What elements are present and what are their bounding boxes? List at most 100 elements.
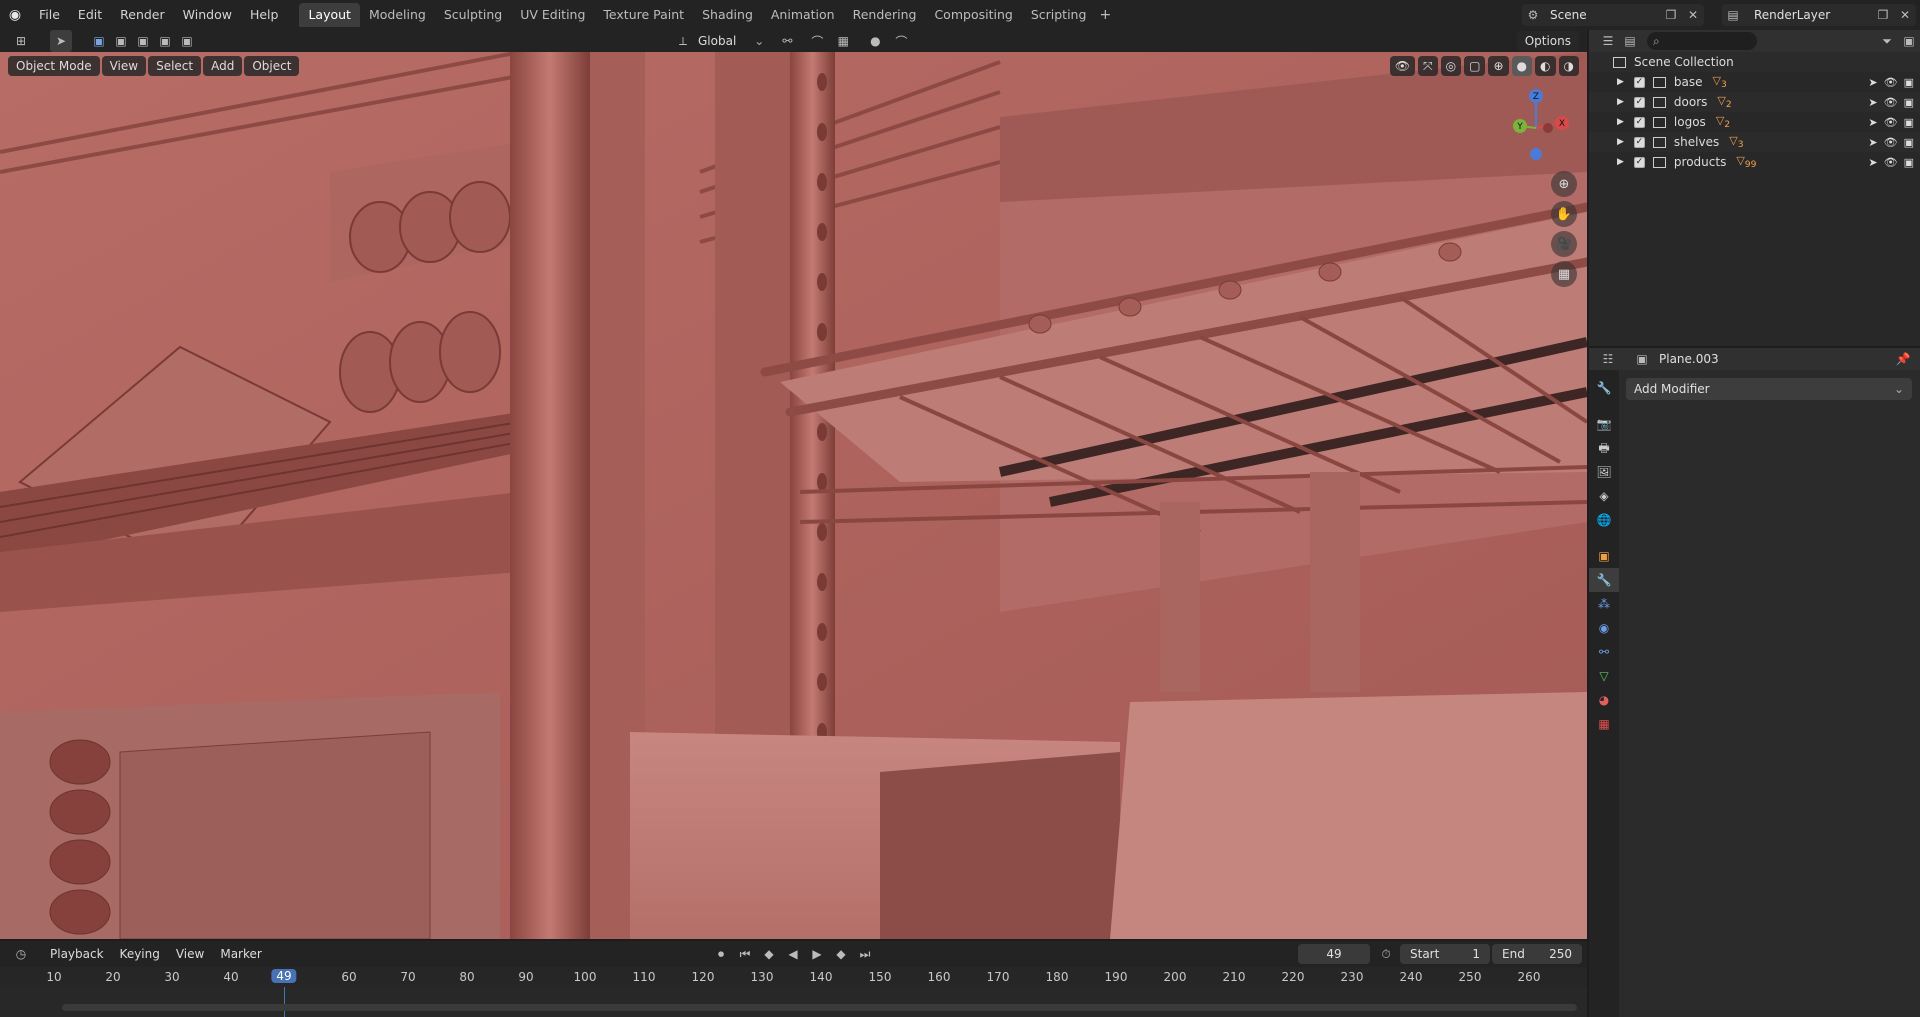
rendered-shading-icon[interactable]: ◑	[1558, 56, 1579, 76]
frame-ruler[interactable]: 10 20 30 40 49 60 70 80 90 100 110 120 1…	[0, 967, 1587, 987]
tab-texture-paint[interactable]: Texture Paint	[594, 3, 693, 27]
render-camera-icon[interactable]: ▣	[1904, 96, 1914, 109]
tab-layout[interactable]: Layout	[299, 3, 360, 27]
expand-arrow-icon[interactable]: ▶	[1617, 117, 1624, 127]
texture-tab-icon[interactable]: ▦	[1598, 712, 1609, 736]
collection-label[interactable]: logos	[1674, 115, 1706, 129]
render-camera-icon[interactable]: ▣	[1904, 116, 1914, 129]
render-camera-icon[interactable]: ▣	[1904, 156, 1914, 169]
options-button[interactable]: Options	[1516, 31, 1579, 51]
jump-end-icon[interactable]: ⏭	[854, 943, 876, 965]
play-reverse-icon[interactable]: ◀	[782, 943, 804, 965]
next-keyframe-icon[interactable]: ◆	[830, 943, 852, 965]
select-arrow-icon[interactable]: ➤	[1868, 76, 1877, 89]
add-menu[interactable]: Add	[203, 56, 243, 76]
object-tab-icon[interactable]: ▣	[1598, 544, 1609, 568]
falloff-icon[interactable]: ⌒	[890, 30, 912, 52]
tool-tab-icon[interactable]: 🔧	[1597, 376, 1612, 400]
view-menu[interactable]: View	[101, 56, 147, 76]
filter-icon[interactable]: ⏷	[1876, 30, 1898, 52]
playback-menu[interactable]: Playback	[42, 944, 112, 964]
collection-row-shelves[interactable]: ▶ ✓ shelves ▽3 ➤ 👁 ▣	[1589, 132, 1920, 152]
collection-label[interactable]: doors	[1674, 95, 1708, 109]
proportional-edit-icon[interactable]: ●	[864, 30, 886, 52]
copy-icon[interactable]: ❐	[1660, 4, 1682, 26]
tab-compositing[interactable]: Compositing	[925, 3, 1021, 27]
constraints-tab-icon[interactable]: ⚯	[1599, 640, 1609, 664]
new-collection-icon[interactable]: ▣	[1898, 30, 1920, 52]
select-tool-icon[interactable]: ➤	[50, 30, 72, 52]
collection-row-doors[interactable]: ▶ ✓ doors ▽2 ➤ 👁 ▣	[1589, 92, 1920, 112]
timeline-scrollbar[interactable]	[62, 1004, 1577, 1011]
record-icon[interactable]: ⏺	[710, 943, 732, 965]
scene-collection-row[interactable]: Scene Collection	[1589, 52, 1920, 72]
eye-icon[interactable]: 👁	[1884, 76, 1898, 89]
particles-tab-icon[interactable]: ⁂	[1598, 592, 1610, 616]
chevron-down-icon[interactable]: ⌄	[754, 34, 764, 48]
select-mode-subtract-icon[interactable]: ▣	[132, 30, 154, 52]
tab-rendering[interactable]: Rendering	[844, 3, 926, 27]
editor-type-icon[interactable]: ⊞	[10, 30, 32, 52]
tab-shading[interactable]: Shading	[693, 3, 762, 27]
tab-uv-editing[interactable]: UV Editing	[511, 3, 594, 27]
snap-icon[interactable]: ⌒	[806, 30, 828, 52]
render-camera-icon[interactable]: ▣	[1904, 136, 1914, 149]
eye-icon[interactable]: 👁	[1884, 156, 1898, 169]
xray-icon[interactable]: ▢	[1464, 56, 1486, 76]
render-camera-icon[interactable]: ▣	[1904, 76, 1914, 89]
select-mode-extend-icon[interactable]: ▣	[110, 30, 132, 52]
scene-tab-icon[interactable]: ◈	[1599, 484, 1608, 508]
data-tab-icon[interactable]: ▽	[1599, 664, 1608, 688]
select-arrow-icon[interactable]: ➤	[1868, 156, 1877, 169]
scene-name[interactable]: Scene	[1550, 8, 1587, 22]
object-menu[interactable]: Object	[244, 56, 300, 76]
tab-scripting[interactable]: Scripting	[1022, 3, 1096, 27]
collection-row-base[interactable]: ▶ ✓ base ▽3 ➤ 👁 ▣	[1589, 72, 1920, 92]
stopwatch-icon[interactable]: ⏱	[1375, 943, 1397, 965]
current-frame-field[interactable]: 49	[1298, 944, 1370, 964]
view-layer-tab-icon[interactable]: 🖼	[1596, 460, 1611, 484]
menu-help[interactable]: Help	[241, 0, 288, 30]
expand-arrow-icon[interactable]: ▶	[1617, 77, 1624, 87]
pan-hand-icon[interactable]: ✋	[1551, 201, 1577, 227]
scene-selector[interactable]: ⚙ Scene ❐ ✕	[1522, 4, 1704, 26]
add-workspace-icon[interactable]: +	[1095, 7, 1115, 23]
visibility-icon[interactable]: 👁	[1389, 56, 1416, 76]
outliner-editor-icon[interactable]: ☰	[1597, 30, 1619, 52]
select-arrow-icon[interactable]: ➤	[1868, 116, 1877, 129]
object-name[interactable]: Plane.003	[1659, 352, 1719, 366]
collection-label[interactable]: products	[1674, 155, 1726, 169]
properties-editor-icon[interactable]: ☷	[1597, 348, 1619, 370]
select-mode-new-icon[interactable]: ▣	[88, 30, 110, 52]
close-icon[interactable]: ✕	[1894, 4, 1916, 26]
output-tab-icon[interactable]: 🖶	[1598, 436, 1609, 460]
menu-window[interactable]: Window	[174, 0, 241, 30]
world-tab-icon[interactable]: 🌐	[1597, 508, 1612, 532]
collection-label[interactable]: base	[1674, 75, 1703, 89]
zoom-icon[interactable]: ⊕	[1551, 171, 1577, 197]
view-layer-selector[interactable]: ▤ RenderLayer ❐ ✕	[1722, 4, 1916, 26]
gizmo-toggle-icon[interactable]: ⤧	[1418, 56, 1438, 76]
3d-viewport[interactable]: Object Mode View Select Add Object 👁 ⤧ ◎…	[0, 52, 1587, 939]
material-shading-icon[interactable]: ◐	[1535, 56, 1556, 76]
collection-row-logos[interactable]: ▶ ✓ logos ▽2 ➤ 👁 ▣	[1589, 112, 1920, 132]
close-icon[interactable]: ✕	[1682, 4, 1704, 26]
expand-arrow-icon[interactable]: ▶	[1617, 137, 1624, 147]
select-menu[interactable]: Select	[148, 56, 202, 76]
physics-tab-icon[interactable]: ◉	[1599, 616, 1609, 640]
menu-render[interactable]: Render	[111, 0, 174, 30]
tab-animation[interactable]: Animation	[762, 3, 844, 27]
select-mode-difference-icon[interactable]: ▣	[154, 30, 176, 52]
eye-icon[interactable]: 👁	[1884, 116, 1898, 129]
select-arrow-icon[interactable]: ➤	[1868, 96, 1877, 109]
select-mode-intersect-icon[interactable]: ▣	[176, 30, 198, 52]
keying-menu[interactable]: Keying	[112, 944, 168, 964]
solid-shading-icon[interactable]: ●	[1511, 56, 1533, 76]
playhead[interactable]: 49	[271, 969, 297, 983]
jump-start-icon[interactable]: ⏮	[734, 943, 756, 965]
wireframe-shading-icon[interactable]: ⊕	[1488, 56, 1509, 76]
exclude-checkbox[interactable]: ✓	[1633, 136, 1645, 148]
modifier-tab-icon[interactable]: 🔧	[1589, 568, 1619, 592]
prev-keyframe-icon[interactable]: ◆	[758, 943, 780, 965]
add-modifier-dropdown[interactable]: Add Modifier ⌄	[1626, 378, 1912, 400]
